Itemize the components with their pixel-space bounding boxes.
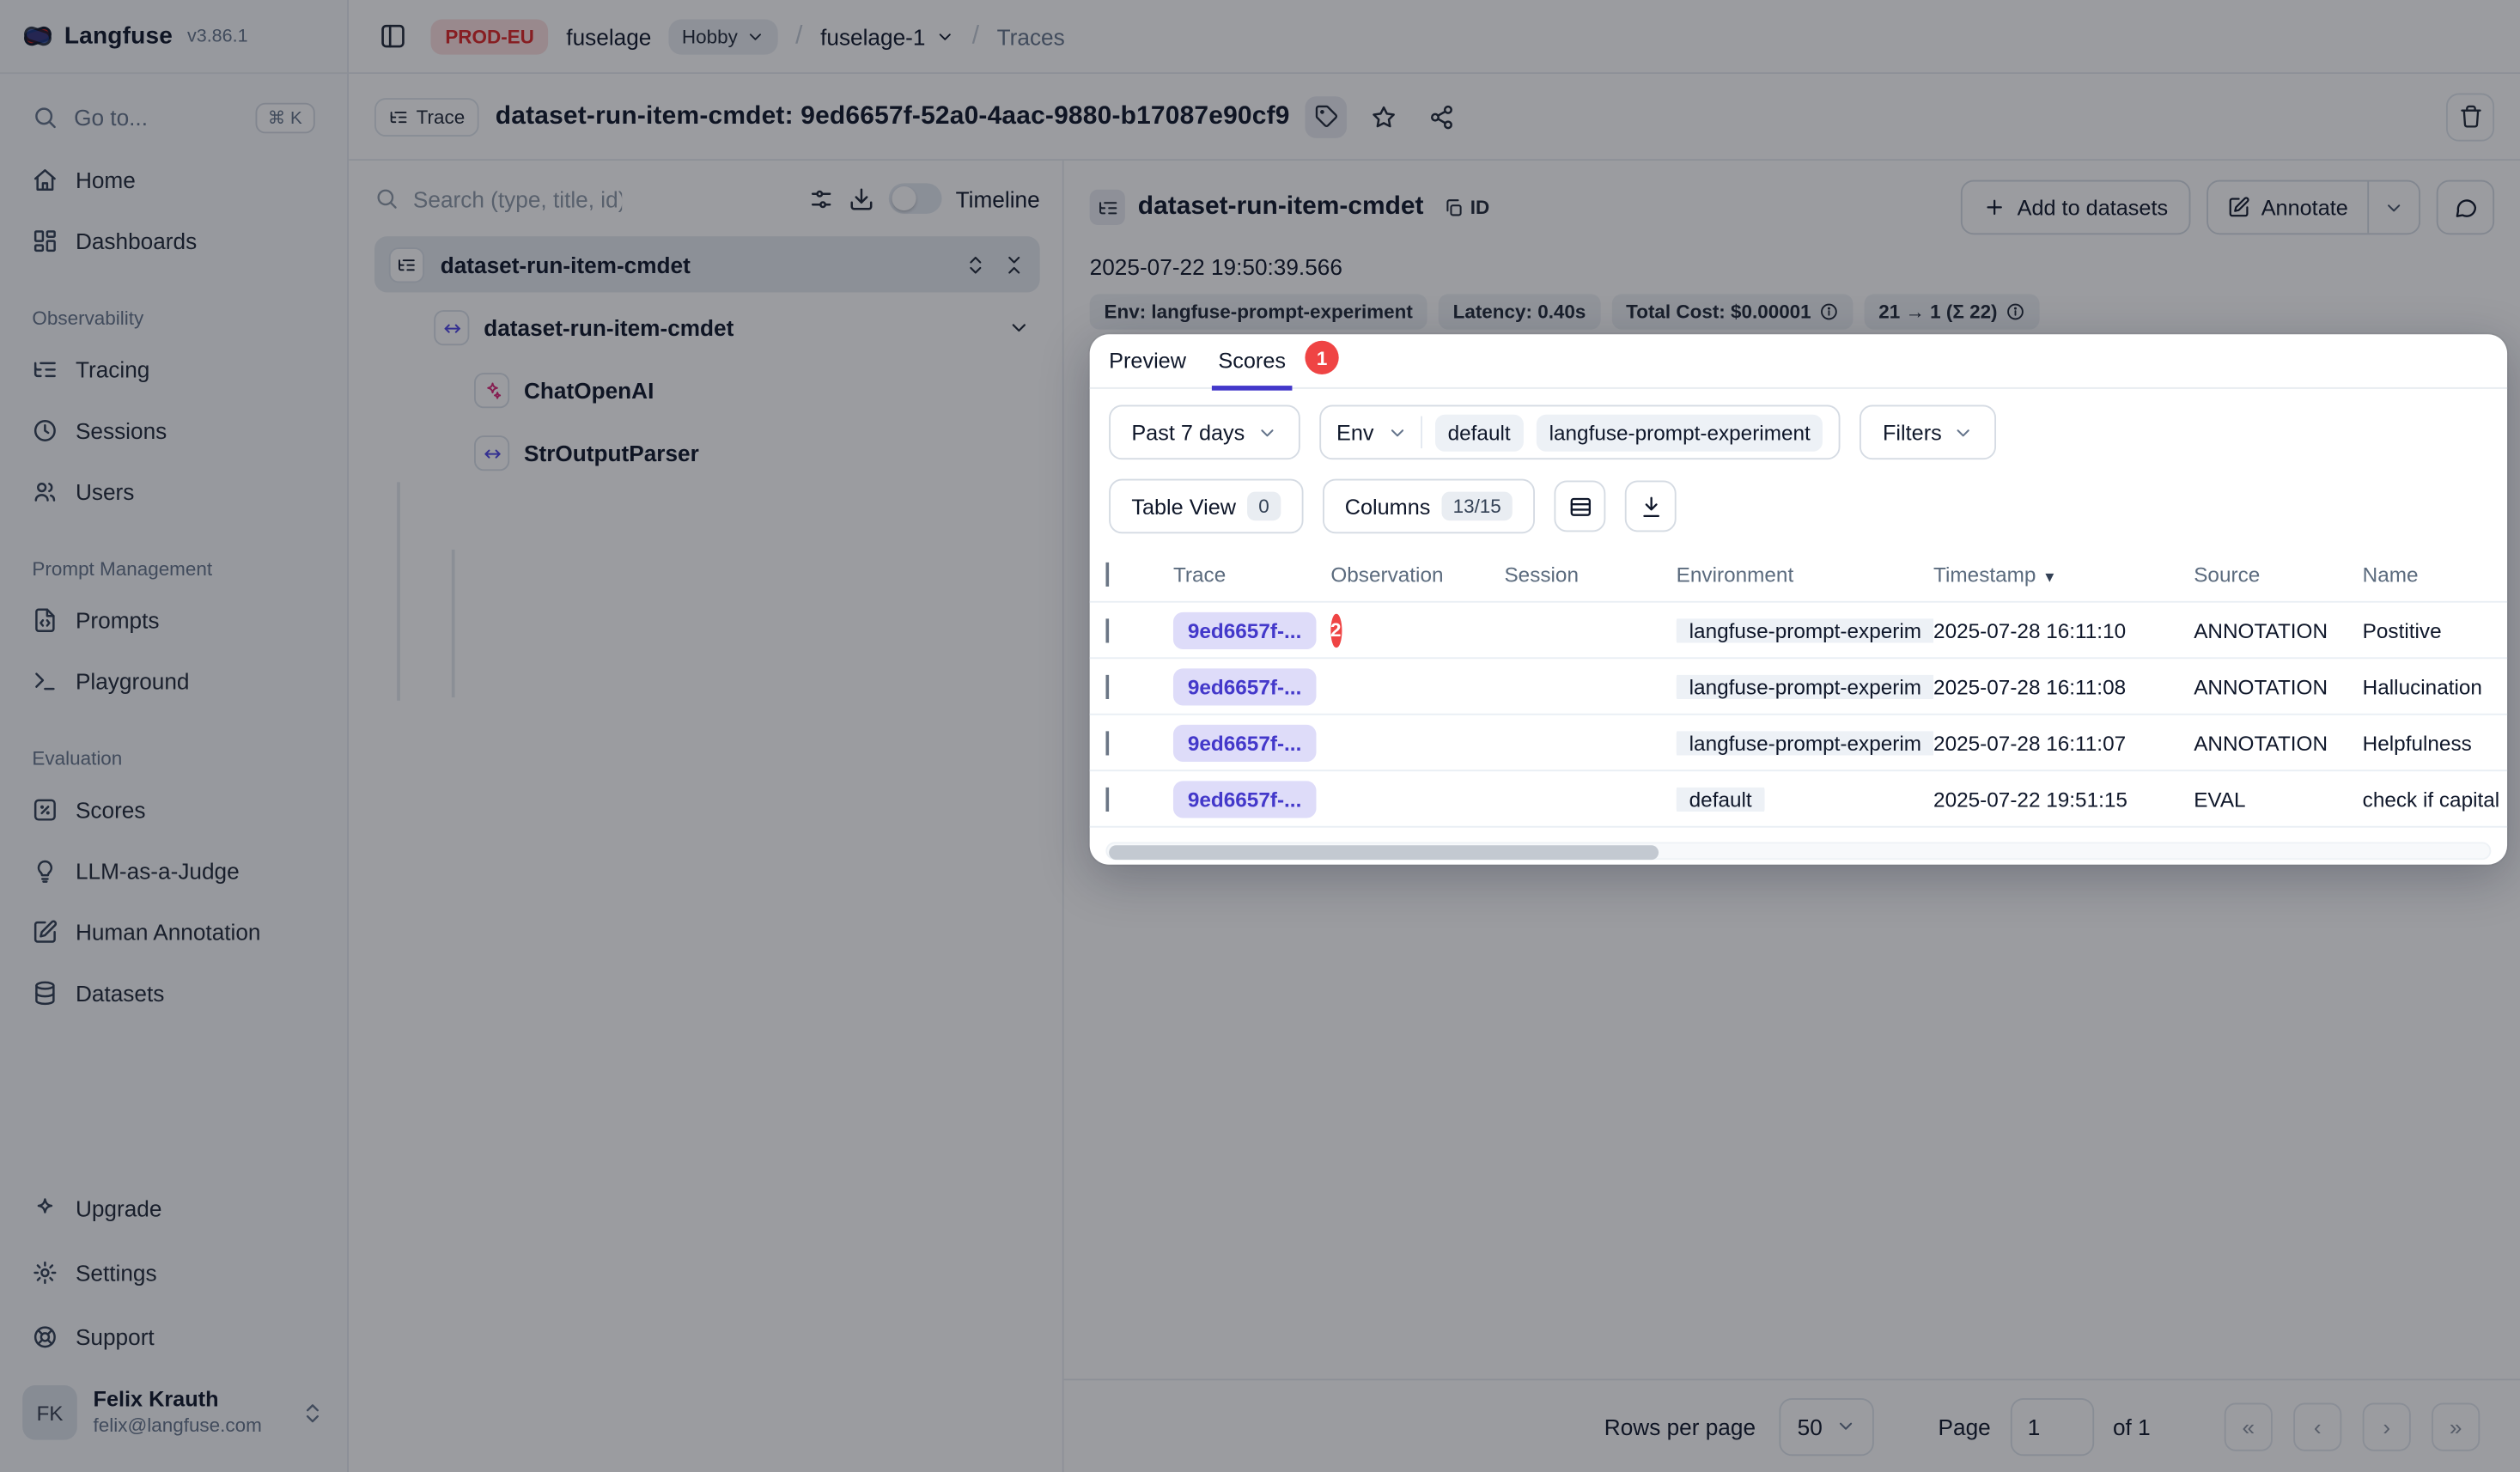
chevron-down-icon (1256, 422, 1276, 442)
filters-button[interactable]: Filters (1860, 405, 1997, 460)
trace-id-pill[interactable]: 9ed6657f-... (1173, 724, 1316, 761)
name-cell: Hallucination (2363, 674, 2507, 698)
environment-chip: langfuse-prompt-experim (1677, 674, 1933, 698)
chevron-down-icon (1386, 422, 1407, 442)
environment-chip: langfuse-prompt-experim (1677, 617, 1933, 642)
col-environment[interactable]: Environment (1677, 562, 1933, 586)
sort-desc-icon: ▼ (2042, 568, 2057, 584)
row-checkbox[interactable] (1105, 674, 1109, 698)
tab-preview[interactable]: Preview (1109, 333, 1186, 388)
horizontal-scrollbar[interactable] (1105, 842, 2491, 861)
row-checkbox[interactable] (1105, 787, 1109, 811)
source-cell: ANNOTATION (2194, 617, 2362, 642)
env-value-chip: langfuse-prompt-experiment (1537, 414, 1823, 451)
annotation-step-badge-1: 1 (1306, 341, 1339, 374)
annotation-step-badge-2: 2 (1330, 613, 1342, 647)
col-session[interactable]: Session (1504, 562, 1676, 586)
timestamp-cell: 2025-07-28 16:11:08 (1933, 674, 2194, 698)
tabs: Preview Scores 1 (1090, 334, 2507, 389)
trace-id-pill[interactable]: 9ed6657f-... (1173, 611, 1316, 648)
timestamp-cell: 2025-07-28 16:11:10 (1933, 617, 2194, 642)
table-row[interactable]: 9ed6657f-... 2 langfuse-prompt-experim 2… (1090, 603, 2507, 659)
row-checkbox[interactable] (1105, 617, 1109, 642)
col-source[interactable]: Source (2194, 562, 2362, 586)
table-toolbar: Table View 0 Columns 13/15 (1090, 466, 2507, 540)
scores-popover-card: Preview Scores 1 Past 7 days Env (1090, 334, 2507, 864)
columns-button[interactable]: Columns 13/15 (1323, 479, 1536, 534)
table-header-row: Trace Observation Session Environment Ti… (1090, 546, 2507, 602)
env-value-chip: default (1435, 414, 1524, 451)
col-observation[interactable]: Observation (1330, 562, 1504, 586)
col-name[interactable]: Name (2363, 562, 2507, 586)
table-row[interactable]: 9ed6657f-... langfuse-prompt-experim 202… (1090, 659, 2507, 715)
col-trace[interactable]: Trace (1173, 562, 1330, 586)
date-range-filter[interactable]: Past 7 days (1109, 405, 1300, 460)
row-height-button[interactable] (1555, 480, 1606, 532)
table-view-button[interactable]: Table View 0 (1109, 479, 1303, 534)
source-cell: ANNOTATION (2194, 730, 2362, 754)
columns-count: 13/15 (1441, 492, 1512, 521)
col-timestamp[interactable]: Timestamp▼ (1933, 562, 2194, 586)
timestamp-cell: 2025-07-28 16:11:07 (1933, 730, 2194, 754)
filters-row: Past 7 days Env default langfuse-prompt-… (1090, 389, 2507, 466)
name-cell: Helpfulness (2363, 730, 2507, 754)
rows-icon (1567, 494, 1592, 518)
env-filter[interactable]: Env default langfuse-prompt-experiment (1318, 405, 1841, 460)
source-cell: ANNOTATION (2194, 674, 2362, 698)
trace-id-pill[interactable]: 9ed6657f-... (1173, 667, 1316, 704)
source-cell: EVAL (2194, 787, 2362, 811)
table-row[interactable]: 9ed6657f-... default 2025-07-22 19:51:15… (1090, 771, 2507, 827)
tab-scores[interactable]: Scores (1218, 333, 1286, 388)
scrollbar-thumb[interactable] (1109, 844, 1659, 859)
environment-chip: default (1677, 787, 1765, 811)
name-cell: check if capital (2363, 787, 2507, 811)
scores-table: Trace Observation Session Environment Ti… (1090, 546, 2507, 827)
table-view-count: 0 (1247, 492, 1281, 521)
trace-id-pill[interactable]: 9ed6657f-... (1173, 780, 1316, 817)
timestamp-cell: 2025-07-22 19:51:15 (1933, 787, 2194, 811)
chevron-down-icon (1953, 422, 1974, 442)
row-checkbox[interactable] (1105, 730, 1109, 754)
table-row[interactable]: 9ed6657f-... langfuse-prompt-experim 202… (1090, 715, 2507, 771)
app-window: Langfuse v3.86.1 Go to... ⌘ K Home Dashb… (0, 0, 2520, 1472)
environment-chip: langfuse-prompt-experim (1677, 730, 1933, 754)
download-to-line-icon (1639, 494, 1663, 518)
export-button[interactable] (1625, 480, 1677, 532)
select-all-checkbox[interactable] (1105, 562, 1109, 586)
name-cell: Postitive (2363, 617, 2507, 642)
